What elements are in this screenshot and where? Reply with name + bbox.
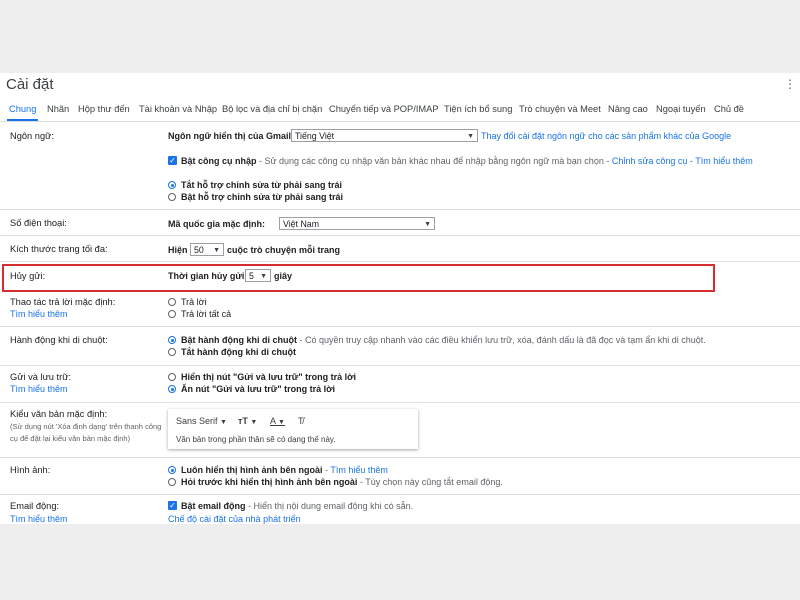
divider (0, 457, 800, 458)
settings-tabs: Chung Nhãn Hộp thư đến Tài khoản và Nhập… (0, 103, 800, 122)
highlight-box (2, 264, 715, 292)
dynamic-email-label: Email động: (10, 501, 60, 511)
reply-label: Thao tác trả lời mặc định: (10, 297, 116, 307)
show-send-archive-radio[interactable] (168, 373, 176, 381)
reply-learn-more-link[interactable]: Tìm hiểu thêm (10, 309, 68, 319)
always-show-images-row: Luôn hiển thị hình ảnh bên ngoài - Tìm h… (181, 465, 388, 475)
country-code-select[interactable]: Việt Nam ▼ (279, 217, 435, 230)
chevron-down-icon: ▼ (467, 133, 474, 140)
hover-off-radio[interactable] (168, 348, 176, 356)
images-learn-more-link[interactable]: Tìm hiểu thêm (330, 465, 388, 475)
hover-on-row: Bật hành động khi di chuột - Có quyền tr… (181, 335, 706, 345)
rtl-off-radio[interactable] (168, 181, 176, 189)
text-style-preview: Văn bản trong phần thân sẽ có dạng thế n… (176, 435, 336, 444)
learn-more-input-link[interactable]: Tìm hiểu thêm (695, 156, 753, 166)
tab-advanced[interactable]: Nâng cao (608, 104, 648, 114)
page-title: Cài đặt (6, 76, 54, 93)
hide-send-archive-label: Ẩn nút "Gửi và lưu trữ" trong trả lời (181, 384, 335, 394)
tab-chat-meet[interactable]: Trò chuyện và Meet (519, 104, 601, 114)
text-style-note: cụ để đặt lại kiểu văn bản mặc định) (10, 434, 131, 443)
ask-images-radio[interactable] (168, 478, 176, 486)
chevron-down-icon: ▼ (424, 221, 431, 228)
tab-general[interactable]: Chung (6, 104, 39, 121)
rtl-on-label: Bật hỗ trợ chỉnh sửa từ phải sang trái (181, 192, 343, 202)
phone-label: Số điện thoại: (10, 218, 67, 228)
edit-tools-link[interactable]: Chỉnh sửa công cụ (612, 156, 688, 166)
reply-all-radio[interactable] (168, 310, 176, 318)
font-family-select[interactable]: Sans Serif ▼ (176, 416, 227, 426)
text-color-icon[interactable]: A ▼ (270, 416, 285, 426)
send-archive-learn-more-link[interactable]: Tìm hiểu thêm (10, 384, 68, 394)
reply-all-option-label: Trả lời tất cả (181, 309, 232, 319)
tab-accounts[interactable]: Tài khoản và Nhập (139, 104, 217, 114)
tab-inbox[interactable]: Hộp thư đến (78, 104, 130, 114)
show-send-archive-label: Hiển thị nút "Gửi và lưu trữ" trong trả … (181, 372, 356, 382)
settings-panel: Cài đặt ⋮ Chung Nhãn Hộp thư đến Tài kho… (0, 73, 800, 524)
text-style-editor: Sans Serif ▼ ᴛT ▼ A ▼ T̸ Văn bản trong p… (168, 409, 418, 449)
divider (0, 402, 800, 403)
more-options-icon[interactable]: ⋮ (784, 77, 796, 91)
language-label: Ngôn ngữ: (10, 131, 54, 141)
reply-radio[interactable] (168, 298, 176, 306)
tab-forwarding[interactable]: Chuyển tiếp và POP/IMAP (329, 104, 439, 114)
tab-addons[interactable]: Tiện ích bổ sung (444, 104, 512, 114)
change-language-link[interactable]: Thay đổi cài đặt ngôn ngữ cho các sản ph… (481, 131, 731, 141)
developer-settings-link[interactable]: Chế độ cài đặt của nhà phát triển (168, 514, 301, 524)
always-show-images-radio[interactable] (168, 466, 176, 474)
divider (0, 326, 800, 327)
chevron-down-icon: ▼ (220, 419, 227, 426)
display-language-label: Ngôn ngữ hiển thị của Gmail: (168, 131, 295, 141)
rtl-off-label: Tắt hỗ trợ chỉnh sửa từ phải sang trái (181, 180, 342, 190)
clear-format-icon[interactable]: T̸ (298, 416, 304, 426)
divider (0, 261, 800, 262)
rtl-on-radio[interactable] (168, 193, 176, 201)
page-size-suffix: cuộc trò chuyện mỗi trang (227, 245, 341, 255)
hover-off-label: Tắt hành động khi di chuột (181, 347, 296, 357)
hide-send-archive-radio[interactable] (168, 385, 176, 393)
page-size-label: Kích thước trang tối đa: (10, 244, 108, 254)
send-archive-label: Gửi và lưu trữ: (10, 372, 72, 382)
hover-actions-label: Hành động khi di chuột: (10, 335, 108, 345)
country-code-label: Mã quốc gia mặc định: (168, 219, 266, 229)
dynamic-email-row: Bật email động - Hiển thị nội dung email… (181, 501, 414, 511)
tab-themes[interactable]: Chủ đề (714, 104, 744, 114)
divider (0, 494, 800, 495)
text-style-label: Kiểu văn bản mặc định: (10, 409, 108, 419)
input-tools-row: Bật công cụ nhập - Sử dụng các công cụ n… (181, 156, 753, 166)
font-size-icon[interactable]: ᴛT ▼ (238, 416, 257, 426)
tab-filters[interactable]: Bộ lọc và địa chỉ bị chặn (222, 104, 322, 114)
page-size-prefix: Hiện (168, 245, 188, 255)
display-language-select[interactable]: Tiếng Việt ▼ (291, 129, 478, 142)
chevron-down-icon: ▼ (213, 247, 220, 254)
hover-on-radio[interactable] (168, 336, 176, 344)
divider (0, 209, 800, 210)
images-label: Hình ảnh: (10, 465, 51, 475)
ask-images-row: Hỏi trước khi hiển thị hình ảnh bên ngoà… (181, 477, 503, 487)
divider (0, 235, 800, 236)
dynamic-email-checkbox[interactable]: ✓ (168, 501, 177, 510)
tab-offline[interactable]: Ngoại tuyến (656, 104, 706, 114)
page-size-select[interactable]: 50 ▼ (190, 243, 224, 256)
tab-labels[interactable]: Nhãn (47, 104, 69, 114)
divider (0, 365, 800, 366)
dynamic-learn-more-link[interactable]: Tìm hiểu thêm (10, 514, 68, 524)
text-style-note: (Sử dụng nút 'Xóa định dạng' trên thanh … (10, 422, 162, 431)
reply-option-label: Trả lời (181, 297, 207, 307)
input-tools-checkbox[interactable]: ✓ (168, 156, 177, 165)
